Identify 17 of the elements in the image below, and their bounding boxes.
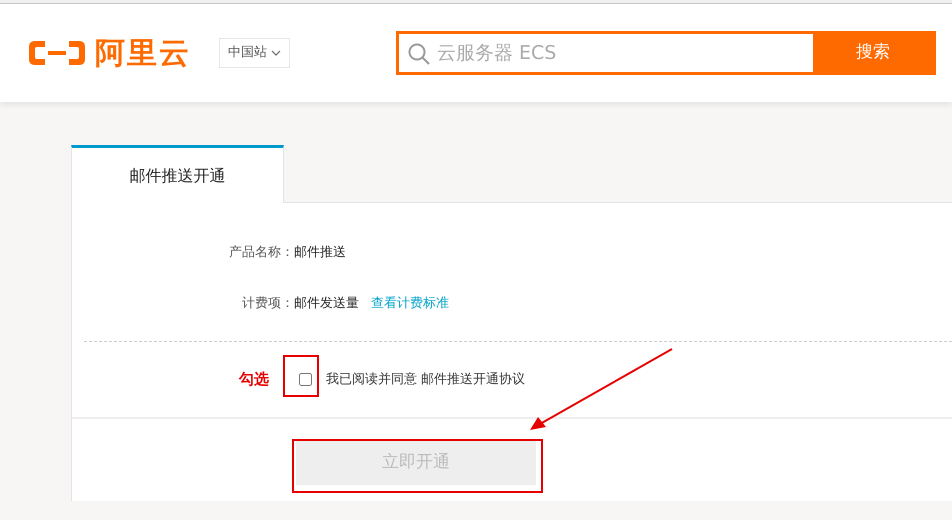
tab[interactable]: 邮件推送开通 — [71, 145, 284, 203]
search-icon — [407, 42, 431, 66]
agreement-text: 我已阅读并同意 邮件推送开通协议 — [326, 370, 526, 389]
caret-icon — [271, 50, 281, 56]
logo-text: 阿里云 — [95, 34, 191, 72]
pricing-link[interactable]: 查看计费标准 — [371, 294, 449, 314]
highlight-frame — [283, 355, 319, 397]
agree-checkbox[interactable] — [299, 373, 312, 386]
annotation-label: 勾选 — [238, 369, 269, 390]
search-button[interactable]: 搜索 — [813, 34, 933, 72]
field-label: 产品名称： — [228, 244, 294, 262]
search-field[interactable]: 云服务器 ECS 搜索 — [396, 31, 936, 75]
field-value: 邮件发送量 — [294, 294, 359, 313]
field-label: 计费项： — [241, 294, 294, 313]
region-dropdown[interactable]: 中国站 — [219, 38, 290, 68]
logo-icon — [27, 38, 87, 68]
field-value: 邮件推送 — [294, 244, 346, 262]
